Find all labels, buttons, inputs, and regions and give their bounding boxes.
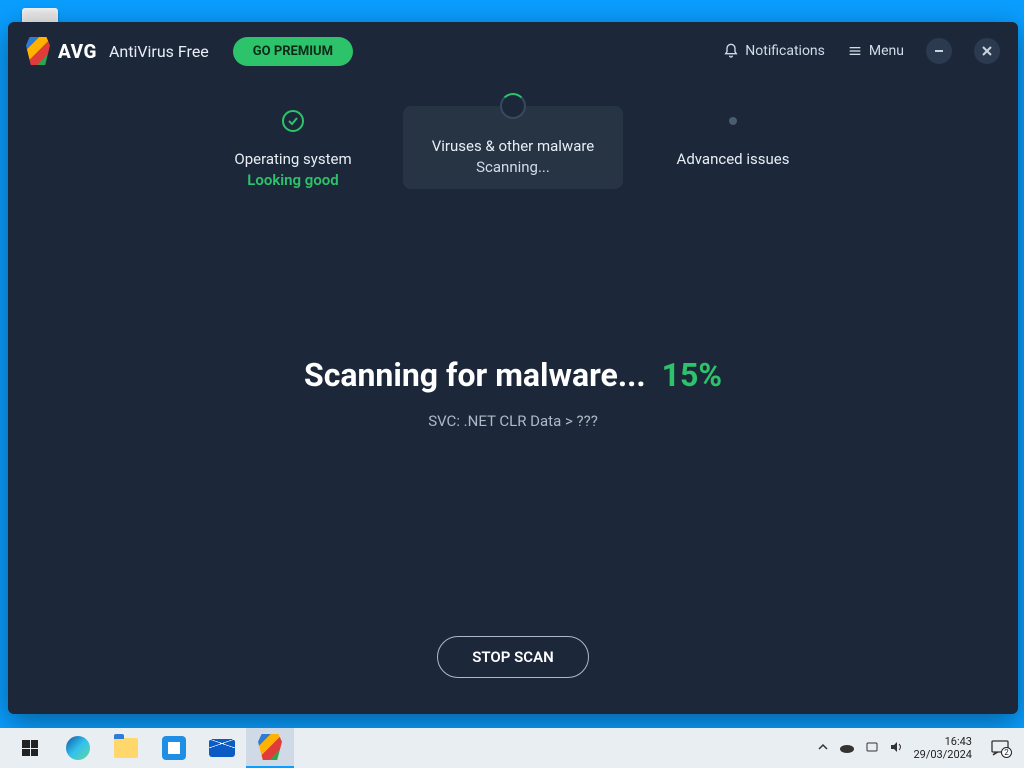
taskbar-clock[interactable]: 16:43 29/03/2024 bbox=[913, 735, 972, 761]
system-tray: 16:43 29/03/2024 2 bbox=[817, 735, 1018, 761]
product-text: AntiVirus Free bbox=[109, 42, 209, 61]
bell-icon bbox=[723, 43, 739, 59]
step-operating-system: Operating system Looking good bbox=[183, 110, 403, 189]
taskbar-store[interactable] bbox=[150, 728, 198, 768]
menu-button[interactable]: Menu bbox=[847, 43, 904, 59]
scan-stepper: Operating system Looking good Viruses & … bbox=[8, 80, 1018, 189]
store-icon bbox=[162, 736, 186, 760]
notifications-label: Notifications bbox=[745, 43, 825, 59]
windows-taskbar: 16:43 29/03/2024 2 bbox=[0, 728, 1024, 768]
step-advanced-issues: Advanced issues bbox=[623, 110, 843, 189]
start-button[interactable] bbox=[6, 728, 54, 768]
taskbar-edge[interactable] bbox=[54, 728, 102, 768]
action-center-button[interactable]: 2 bbox=[988, 736, 1012, 760]
tray-volume-icon[interactable] bbox=[889, 740, 903, 757]
step3-title: Advanced issues bbox=[623, 150, 843, 168]
scan-detail: SVC: .NET CLR Data > ??? bbox=[428, 412, 598, 430]
action-center-badge: 2 bbox=[1001, 747, 1012, 758]
hamburger-icon bbox=[847, 43, 863, 59]
titlebar: AVG AntiVirus Free GO PREMIUM Notificati… bbox=[8, 22, 1018, 80]
pending-dot-icon bbox=[729, 117, 737, 125]
folder-icon bbox=[114, 738, 138, 758]
step1-title: Operating system bbox=[183, 150, 403, 168]
close-button[interactable] bbox=[974, 38, 1000, 64]
go-premium-button[interactable]: GO PREMIUM bbox=[233, 37, 353, 66]
scan-percent: 15% bbox=[662, 356, 722, 394]
tray-chevron-up-icon[interactable] bbox=[817, 741, 829, 756]
checkmark-icon bbox=[282, 110, 304, 132]
minimize-button[interactable] bbox=[926, 38, 952, 64]
clock-time: 16:43 bbox=[913, 735, 972, 748]
step1-status: Looking good bbox=[183, 171, 403, 189]
scan-heading-row: Scanning for malware... 15% bbox=[304, 356, 722, 394]
avg-icon bbox=[258, 734, 282, 760]
scan-title: Scanning for malware... bbox=[304, 356, 646, 394]
brand-text: AVG bbox=[58, 40, 97, 63]
notifications-button[interactable]: Notifications bbox=[723, 43, 825, 59]
taskbar-mail[interactable] bbox=[198, 728, 246, 768]
avg-shield-icon bbox=[26, 37, 50, 65]
scan-main: Scanning for malware... 15% SVC: .NET CL… bbox=[8, 149, 1018, 636]
edge-icon bbox=[66, 736, 90, 760]
taskbar-file-explorer[interactable] bbox=[102, 728, 150, 768]
stop-scan-button[interactable]: STOP SCAN bbox=[437, 636, 588, 678]
tray-network-icon[interactable] bbox=[865, 740, 879, 757]
app-logo: AVG AntiVirus Free bbox=[26, 37, 209, 65]
taskbar-avg[interactable] bbox=[246, 728, 294, 768]
mail-icon bbox=[209, 739, 235, 757]
clock-date: 29/03/2024 bbox=[913, 748, 972, 761]
spinner-icon bbox=[500, 93, 526, 119]
avg-window: AVG AntiVirus Free GO PREMIUM Notificati… bbox=[8, 22, 1018, 714]
menu-label: Menu bbox=[869, 43, 904, 59]
windows-icon bbox=[22, 740, 38, 756]
tray-onedrive-icon[interactable] bbox=[839, 741, 855, 756]
step2-status: Scanning... bbox=[413, 158, 613, 176]
step2-title: Viruses & other malware bbox=[413, 137, 613, 155]
step-viruses-malware: Viruses & other malware Scanning... bbox=[403, 106, 623, 189]
